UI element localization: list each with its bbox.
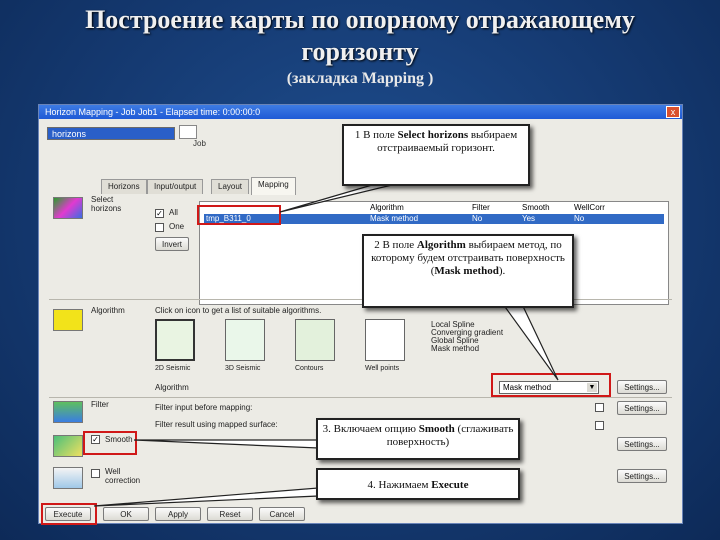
tab-layout[interactable]: Layout — [211, 179, 250, 194]
algorithm-highlight — [491, 373, 611, 397]
method-mask: Mask method — [431, 344, 480, 353]
ok-button[interactable]: OK — [103, 507, 149, 521]
row-wellcorr: No — [574, 214, 585, 223]
col-smooth: Smooth — [522, 203, 550, 212]
well-correction-settings-button[interactable]: Settings... — [617, 469, 667, 483]
slide-title-line1: Построение карты по опорному отражающему — [85, 5, 635, 34]
execute-highlight — [41, 503, 97, 525]
row-smooth: Yes — [522, 214, 536, 223]
horizon-selector[interactable]: horizons — [47, 127, 175, 140]
slide-subtitle: (закладка Mapping ) — [286, 70, 434, 87]
smooth-settings-button[interactable]: Settings... — [617, 437, 667, 451]
col-algorithm: Algorithm — [370, 203, 404, 212]
method-list: Local Spline Converging gradient Global … — [431, 321, 503, 353]
well-correction-label-1: Well — [105, 467, 121, 476]
one-checkbox[interactable] — [155, 223, 164, 232]
seismic-3d-tile[interactable] — [225, 319, 265, 361]
horizon-highlight — [197, 205, 281, 225]
algorithm-label: Algorithm — [91, 306, 125, 315]
callout-algorithm: 2 В поле Algorithm выбираем метод, по ко… — [362, 234, 574, 308]
job-label: Job — [193, 139, 206, 148]
select-horizons-label-1: Select — [91, 195, 114, 204]
cancel-button[interactable]: Cancel — [259, 507, 305, 521]
algorithm-hint: Click on icon to get a list of suitable … — [155, 306, 322, 315]
tile-label-wells: Well points — [365, 365, 400, 372]
tile-label-contours: Contours — [295, 365, 324, 372]
smooth-icon — [53, 435, 83, 457]
row-filter: No — [472, 214, 483, 223]
well-correction-checkbox[interactable] — [91, 469, 100, 478]
invert-button[interactable]: Invert — [155, 237, 189, 251]
filter-label: Filter — [91, 400, 109, 409]
job-icon[interactable]: Job — [177, 125, 207, 149]
tab-mapping[interactable]: Mapping — [251, 177, 296, 195]
well-points-tile[interactable] — [365, 319, 405, 361]
all-checkbox[interactable]: ✓ — [155, 209, 164, 218]
filter-icon — [53, 401, 83, 423]
contours-tile[interactable] — [295, 319, 335, 361]
callout-select-horizons: 1 В поле Select horizons выбираем отстра… — [342, 124, 530, 186]
select-horizons-label-2: horizons — [91, 204, 122, 213]
well-correction-icon — [53, 467, 83, 489]
seismic-2d-tile[interactable] — [155, 319, 195, 361]
one-label: One — [169, 222, 185, 231]
tab-horizons[interactable]: Horizons — [101, 179, 147, 194]
well-correction-label-2: correction — [105, 476, 141, 485]
callout-smooth: 3. Включаем опцию Smooth (сглаживать пов… — [316, 418, 520, 460]
col-filter: Filter — [472, 203, 490, 212]
smooth-highlight — [83, 431, 137, 455]
smooth-text: Filter result using mapped surface: — [155, 420, 278, 429]
filter-settings-button[interactable]: Settings... — [617, 401, 667, 415]
window-titlebar: Horizon Mapping - Job Job1 - Elapsed tim… — [39, 105, 682, 119]
filter-checkbox[interactable] — [595, 403, 604, 412]
slide-title-line2: горизонту — [301, 37, 419, 66]
col-wellcorr: WellCorr — [574, 203, 605, 212]
algorithm-settings-button[interactable]: Settings... — [617, 380, 667, 394]
reset-button[interactable]: Reset — [207, 507, 253, 521]
tile-label-2d: 2D Seismic — [155, 365, 191, 372]
smooth-result-checkbox[interactable] — [595, 421, 604, 430]
close-button[interactable]: x — [666, 106, 680, 118]
all-label: All — [169, 208, 178, 217]
algorithm-icon — [53, 309, 83, 331]
algorithm-field-label: Algorithm — [155, 383, 189, 392]
apply-button[interactable]: Apply — [155, 507, 201, 521]
callout-execute: 4. Нажимаем Execute — [316, 468, 520, 500]
tile-label-3d: 3D Seismic — [225, 365, 261, 372]
slide-title: Построение карты по опорному отражающему… — [20, 4, 700, 68]
tab-input-output[interactable]: Input/output — [147, 179, 204, 194]
row-algorithm: Mask method — [370, 214, 419, 223]
filter-text: Filter input before mapping: — [155, 403, 253, 412]
select-horizons-icon — [53, 197, 83, 219]
